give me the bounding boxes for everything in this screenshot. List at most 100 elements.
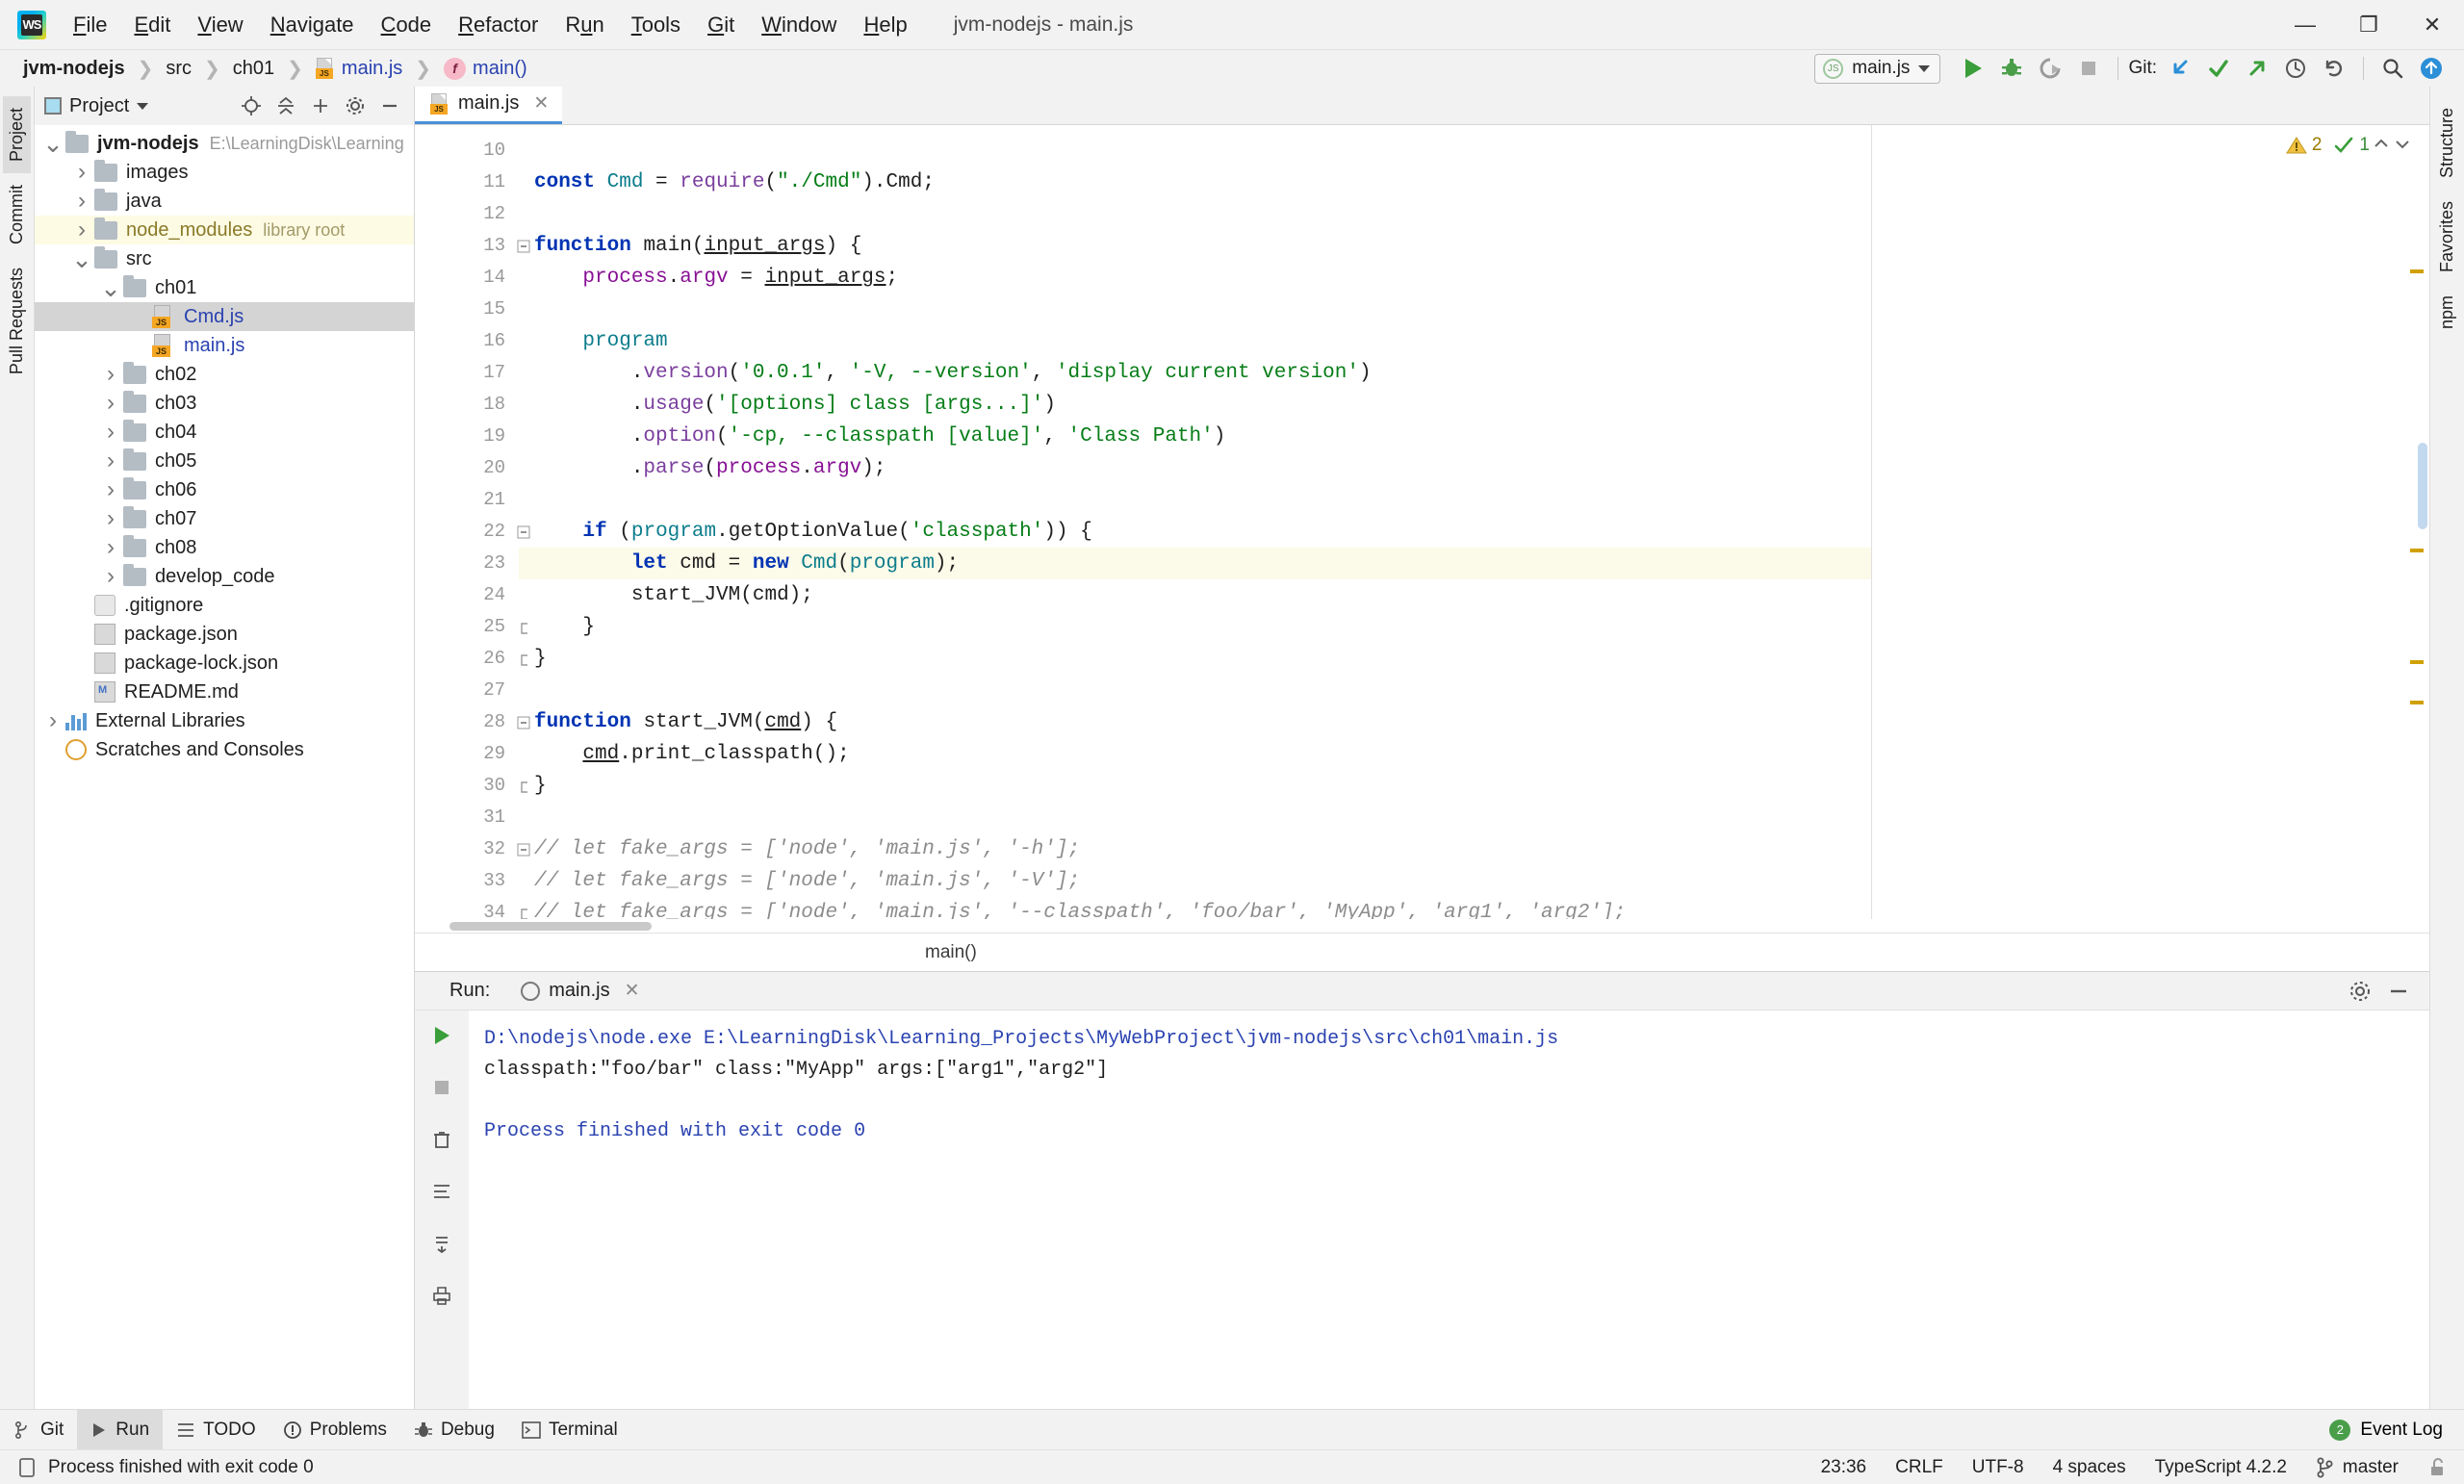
chevron-right-icon[interactable]: › [98,563,123,590]
line-number[interactable]: 24 [415,579,519,611]
chevron-right-icon[interactable]: › [69,217,94,243]
tree-node-cmd-js[interactable]: JSCmd.js [35,302,414,331]
tree-node-ch06[interactable]: ›ch06 [35,475,414,504]
sidebar-tab-favorites[interactable]: Favorites [2433,190,2461,284]
bottom-tab-git[interactable]: Git [0,1410,77,1450]
hide-icon[interactable] [373,90,406,122]
tree-node-images[interactable]: ›images [35,158,414,187]
minimize-button[interactable]: — [2273,0,2337,50]
tree-node-node-modules[interactable]: ›node_moduleslibrary root [35,216,414,244]
code-line[interactable]: if (program.getOptionValue('classpath'))… [519,516,1871,548]
close-icon[interactable]: ✕ [625,980,640,1002]
stop-icon[interactable] [424,1070,459,1105]
tree-node-package-lock-json[interactable]: package-lock.json [35,649,414,678]
git-update-button[interactable] [2161,50,2199,87]
line-number[interactable]: 14 [415,262,519,294]
inspection-chevrons[interactable] [2372,137,2416,152]
chevron-down-icon[interactable]: ⌄ [69,254,94,264]
line-number[interactable]: 31 [415,802,519,833]
line-number[interactable]: 13 [415,230,519,262]
chevron-right-icon[interactable]: › [98,476,123,503]
tree-node-ch07[interactable]: ›ch07 [35,504,414,533]
code-line[interactable]: // let fake_args = ['node', 'main.js', '… [519,897,1871,919]
chevron-right-icon[interactable]: › [98,448,123,474]
error-stripe-marker[interactable] [2410,269,2424,273]
menu-window[interactable]: Window [748,9,850,41]
git-rollback-button[interactable] [2315,50,2353,87]
sidebar-tab-npm[interactable]: npm [2433,284,2461,341]
collapse-all-icon[interactable] [270,90,302,122]
account-icon[interactable] [2412,50,2451,87]
code-line[interactable] [519,198,1871,230]
breadcrumb-file[interactable]: JS main.js [314,58,404,80]
chevron-right-icon[interactable]: › [40,707,65,734]
tree-node-java[interactable]: ›java [35,187,414,216]
line-number[interactable]: 12 [415,198,519,230]
menu-run[interactable]: Run [552,9,617,41]
tree-node-develop-code[interactable]: ›develop_code [35,562,414,591]
code-line[interactable]: function start_JVM(cmd) { [519,706,1871,738]
chevron-right-icon[interactable]: › [98,534,123,561]
stop-button[interactable] [2069,50,2108,87]
code-line[interactable]: process.argv = input_args; [519,262,1871,294]
chevron-down-icon[interactable]: ⌄ [40,139,65,148]
menu-git[interactable]: Git [694,9,748,41]
chevron-right-icon[interactable]: › [98,361,123,388]
editor-tab-main-js[interactable]: JS main.js ✕ [415,86,562,124]
line-number[interactable]: 18 [415,389,519,421]
code-line[interactable]: const Cmd = require("./Cmd").Cmd; [519,166,1871,198]
tree-node-ch02[interactable]: ›ch02 [35,360,414,389]
bottom-tab-problems[interactable]: Problems [270,1410,400,1450]
caret-position[interactable]: 23:36 [1821,1457,1867,1478]
rerun-icon[interactable] [424,1018,459,1053]
search-icon[interactable] [2374,50,2412,87]
line-number[interactable]: 29 [415,738,519,770]
menu-edit[interactable]: Edit [120,9,184,41]
code-line[interactable]: // let fake_args = ['node', 'main.js', '… [519,865,1871,897]
editor-horizontal-scrollbar[interactable] [415,919,2429,933]
scroll-to-end-icon[interactable] [424,1226,459,1261]
trash-icon[interactable] [424,1122,459,1157]
expand-icon[interactable] [304,90,337,122]
line-number[interactable]: 15 [415,294,519,325]
code-line[interactable] [519,294,1871,325]
inspection-widget[interactable]: 2 1 [2286,135,2370,156]
tree-node-external-libraries[interactable]: ›External Libraries [35,706,414,735]
line-number[interactable]: 23 [415,548,519,579]
run-tab-main-js[interactable]: main.js ✕ [511,980,649,1002]
menu-help[interactable]: Help [850,9,920,41]
event-log-label[interactable]: Event Log [2360,1420,2443,1441]
code-line[interactable]: cmd.print_classpath(); [519,738,1871,770]
sidebar-tab-project[interactable]: Project [3,96,31,173]
unlocked-icon[interactable] [2427,1457,2447,1478]
line-number[interactable]: 17 [415,357,519,389]
line-number[interactable]: 19 [415,421,519,452]
line-separator[interactable]: CRLF [1895,1457,1943,1478]
line-number[interactable]: 30 [415,770,519,802]
breadcrumb-function[interactable]: f main() [442,58,529,80]
tree-node-ch05[interactable]: ›ch05 [35,447,414,475]
code-line[interactable]: } [519,643,1871,675]
menu-refactor[interactable]: Refactor [445,9,552,41]
line-number[interactable]: 20 [415,452,519,484]
sidebar-tab-structure[interactable]: Structure [2433,96,2461,190]
line-number[interactable]: 22 [415,516,519,548]
gear-icon[interactable] [2348,980,2372,1003]
line-number[interactable]: 16 [415,325,519,357]
print-icon[interactable] [424,1278,459,1313]
line-number[interactable]: 26 [415,643,519,675]
chevron-right-icon[interactable]: › [98,390,123,417]
code-line[interactable] [519,135,1871,166]
bottom-tab-run[interactable]: Run [77,1410,163,1450]
line-number[interactable]: 28 [415,706,519,738]
sidebar-tab-pull-requests[interactable]: Pull Requests [3,256,31,386]
language-version[interactable]: TypeScript 4.2.2 [2155,1457,2287,1478]
chevron-right-icon[interactable]: › [69,188,94,215]
tree-node-scratches-and-consoles[interactable]: Scratches and Consoles [35,735,414,764]
breadcrumb-ch01[interactable]: ch01 [231,58,276,80]
code-line[interactable]: program [519,325,1871,357]
tree-node-readme-md[interactable]: README.md [35,678,414,706]
close-button[interactable]: ✕ [2400,0,2464,50]
close-icon[interactable]: ✕ [533,92,549,115]
code-editor[interactable]: const Cmd = require("./Cmd").Cmd; functi… [519,125,1871,919]
